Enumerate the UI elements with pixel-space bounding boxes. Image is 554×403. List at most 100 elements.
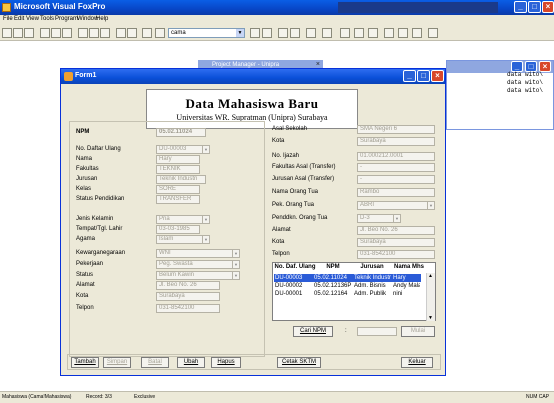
nama-field[interactable]: Hary [156,155,200,164]
no-daftar-ulang-value: DU-00003 [159,146,187,152]
run-icon[interactable] [142,28,152,38]
tool-b-icon[interactable] [354,28,364,38]
cari-npm-button[interactable]: Cari NPM [293,326,333,337]
redo-icon[interactable] [127,28,137,38]
fakultas-field[interactable]: TEKNIK [156,165,200,174]
status-pendidikan-label: Status Pendidikan [76,196,125,202]
maximize-icon[interactable]: □ [417,70,430,82]
cetak-sktm-button[interactable]: Cetak SKTM [277,357,321,368]
menu-edit[interactable]: Edit [14,16,24,22]
nama-orang-tua-field[interactable]: Rambo [357,188,435,197]
alamat-field[interactable]: Jl. Beo No. 26 [156,281,220,290]
tool-f-icon[interactable] [412,28,422,38]
grid-header-jurusan[interactable]: Jurusan [353,263,391,272]
data-session-icon[interactable] [262,28,272,38]
batal-button[interactable]: Batal [141,357,169,368]
grid-cell: 05.02.12136P [314,283,352,289]
database-combo[interactable]: cama ▼ [168,28,245,38]
command-window-icon[interactable] [250,28,260,38]
maximize-icon[interactable]: □ [528,1,541,13]
kota-field[interactable]: Surabaya [156,292,220,301]
modify-form-icon[interactable] [155,28,165,38]
menu-view[interactable]: View [26,16,39,22]
print-icon[interactable] [40,28,50,38]
minimize-icon[interactable]: _ [514,1,527,13]
kewarganegaraan-select[interactable]: WNI ▼ [156,249,240,258]
kota-orang-tua-field[interactable]: Surabaya [357,238,435,247]
close-icon[interactable]: × [316,61,320,68]
copy-icon[interactable] [89,28,99,38]
preview-icon[interactable] [51,28,61,38]
help-icon[interactable] [322,28,332,38]
table-row[interactable]: DU-00001 05.02.12164 Adm. Publik nini [274,290,421,298]
spell-icon[interactable] [62,28,72,38]
hapus-button[interactable]: Hapus [211,357,241,368]
grid-header-nama[interactable]: Nama Mhs [391,263,427,272]
alamat-orang-tua-field[interactable]: Jl. Beo No. 26 [357,226,435,235]
scroll-down-icon[interactable]: ▼ [428,315,433,321]
new-file-icon[interactable] [2,28,12,38]
menu-bar: File Edit View Tools Program Window Help [0,15,554,25]
minimize-icon[interactable]: _ [403,70,416,82]
grid-header-npm[interactable]: NPM [317,263,349,272]
menu-tools[interactable]: Tools [40,16,54,22]
command-window[interactable]: _ □ × data wito\ data wito\ data wito\ [446,60,554,130]
jenis-kelamin-select[interactable]: Pria ▼ [156,215,210,224]
no-ijazah-field[interactable]: 01.000212.0001 [357,152,435,161]
paste-icon[interactable] [100,28,110,38]
npm-field[interactable]: 05.02.11024 [156,128,206,137]
mulai-button[interactable]: Mulai [401,326,435,337]
status-select[interactable]: Belum Kawin ▼ [156,271,240,280]
chevron-down-icon: ▼ [232,272,239,279]
mahasiswa-grid[interactable]: No. Daf. Ulang NPM Jurusan Nama Mhs DU-0… [272,262,436,321]
ubah-button[interactable]: Ubah [177,357,205,368]
asal-sekolah-field[interactable]: SMA Negeri 6 [357,125,435,134]
menu-help[interactable]: Help [96,16,108,22]
menu-program[interactable]: Program [55,16,78,22]
status-pendidikan-field[interactable]: TRANSFER [156,195,200,204]
agama-select[interactable]: Islam ▼ [156,235,210,244]
telpon-field[interactable]: 031-8542100 [156,304,220,313]
tool-c-icon[interactable] [368,28,378,38]
grid-cell: Adm. Publik [354,291,387,297]
simpan-button[interactable]: Simpan [103,357,131,368]
save-icon[interactable] [24,28,34,38]
grid-scrollbar[interactable]: ▲ ▼ [426,273,435,321]
tempat-tgl-lahir-field[interactable]: 03-03-1985 [156,225,200,234]
jurusan-field[interactable]: Teknik Industri [156,175,206,184]
close-icon[interactable]: × [542,1,554,13]
open-folder-icon[interactable] [13,28,23,38]
undo-icon[interactable] [116,28,126,38]
keluar-button[interactable]: Keluar [401,357,433,368]
tool-g-icon[interactable] [428,28,438,38]
tambah-button[interactable]: Tambah [71,357,99,368]
no-daftar-ulang-select[interactable]: DU-00003 ▼ [156,145,210,154]
pek-orang-tua-value: ABRI [360,202,375,208]
kota-sekolah-field[interactable]: Surabaya [357,137,435,146]
table-row[interactable]: DU-00003 05.02.11024 Teknik Industri Har… [274,274,421,282]
status-table: Mahasiswa (Cama!Mahasiswa) [2,394,72,400]
autoform-icon[interactable] [306,28,316,38]
close-icon[interactable]: × [431,70,444,82]
cut-icon[interactable] [78,28,88,38]
kota-sekolah-label: Kota [272,138,285,144]
cari-npm-input[interactable] [357,327,397,336]
report-wizard-icon[interactable] [290,28,300,38]
tool-a-icon[interactable] [340,28,350,38]
scroll-up-icon[interactable]: ▲ [428,273,433,279]
pendidikan-orang-tua-select[interactable]: D-3 ▼ [357,214,401,223]
tool-d-icon[interactable] [384,28,394,38]
grid-header-du[interactable]: No. Daf. Ulang [273,263,317,272]
pekerjaan-value: Peg. Swasta [159,261,193,267]
table-row[interactable]: DU-00002 05.02.12136P Adm. Bisnis Andy M… [274,282,421,290]
pekerjaan-select[interactable]: Peg. Swasta ▼ [156,260,240,269]
tool-e-icon[interactable] [398,28,408,38]
fakultas-asal-field[interactable]: - [357,163,435,172]
menu-file[interactable]: File [3,16,13,22]
pek-orang-tua-select[interactable]: ABRI ▼ [357,201,435,210]
grid-cell: 05.02.12164 [314,291,348,297]
form-wizard-icon[interactable] [278,28,288,38]
jurusan-asal-field[interactable]: - [357,175,435,184]
kelas-field[interactable]: SORE [156,185,200,194]
telpon-orang-tua-field[interactable]: 031-8542100 [357,250,435,259]
